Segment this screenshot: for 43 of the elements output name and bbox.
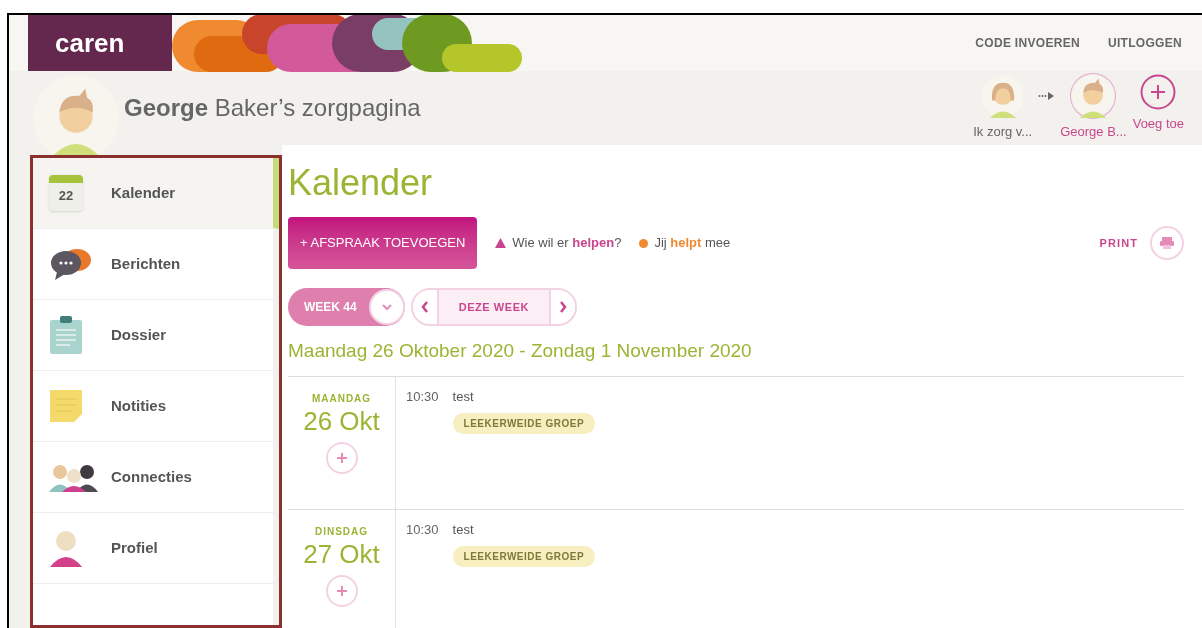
event-time: 10:30 bbox=[406, 521, 439, 539]
page-title: George Baker’s zorgpagina bbox=[124, 93, 421, 123]
profile-switch[interactable]: George B... bbox=[1060, 74, 1127, 142]
page-heading: Kalender bbox=[288, 161, 434, 205]
header-link[interactable]: CODE INVOEREN bbox=[975, 34, 1080, 52]
sidebar-item[interactable]: Berichten bbox=[33, 229, 279, 300]
chevron-down-icon[interactable] bbox=[368, 289, 405, 325]
weekday-label: DINSDAG bbox=[314, 525, 369, 539]
chat-bubbles-icon bbox=[49, 247, 93, 281]
add-event-button[interactable] bbox=[325, 575, 358, 607]
day-date: 26 Okt bbox=[303, 406, 380, 436]
add-event-button[interactable] bbox=[325, 442, 358, 474]
weekday-label: MAANDAG bbox=[311, 392, 372, 406]
sidebar-item[interactable]: Connecties bbox=[33, 442, 279, 513]
day-date: 27 Okt bbox=[303, 539, 380, 569]
chevron-left-icon[interactable] bbox=[412, 290, 437, 324]
week-label: WEEK 44 bbox=[303, 299, 358, 316]
clipboard-icon bbox=[49, 315, 83, 355]
event-title[interactable]: test bbox=[452, 520, 474, 540]
sidebar-item[interactable]: 22 Kalender bbox=[33, 158, 279, 229]
group-tag: LEEKERWEIDE GROEP bbox=[452, 412, 596, 434]
plus-circle-icon bbox=[1140, 74, 1177, 111]
sticky-note-icon bbox=[49, 389, 83, 423]
sidebar-item[interactable]: Dossier bbox=[33, 300, 279, 371]
event-time: 10:30 bbox=[406, 388, 439, 406]
person-icon bbox=[49, 529, 83, 567]
add-appointment-button[interactable]: + AFSPRAAK TOEVOEGEN bbox=[288, 217, 478, 269]
date-range: Maandag 26 Oktober 2020 - Zondag 1 November 2020 bbox=[288, 339, 753, 363]
sidebar-item[interactable]: Notities bbox=[33, 371, 279, 442]
legend-label: Jij helpt mee bbox=[654, 234, 731, 253]
group-tag: LEEKERWEIDE GROEP bbox=[452, 545, 596, 567]
people-icon bbox=[49, 462, 99, 492]
profile-switch[interactable]: Voeg toe bbox=[1132, 74, 1184, 134]
event-title[interactable]: test bbox=[452, 387, 474, 407]
legend-label: Wie wil er helpen? bbox=[512, 234, 622, 253]
dotted-arrow-icon bbox=[1038, 92, 1055, 101]
header-link[interactable]: UITLOGGEN bbox=[1107, 34, 1182, 52]
sidebar-item[interactable]: Profiel bbox=[33, 513, 279, 584]
calendar-icon: 22 bbox=[49, 175, 83, 211]
print-link[interactable]: PRINT bbox=[1099, 234, 1138, 252]
printer-icon[interactable] bbox=[1150, 226, 1184, 260]
profile-switch[interactable]: Ik zorg v... bbox=[973, 74, 1033, 142]
chevron-right-icon[interactable] bbox=[551, 290, 576, 324]
